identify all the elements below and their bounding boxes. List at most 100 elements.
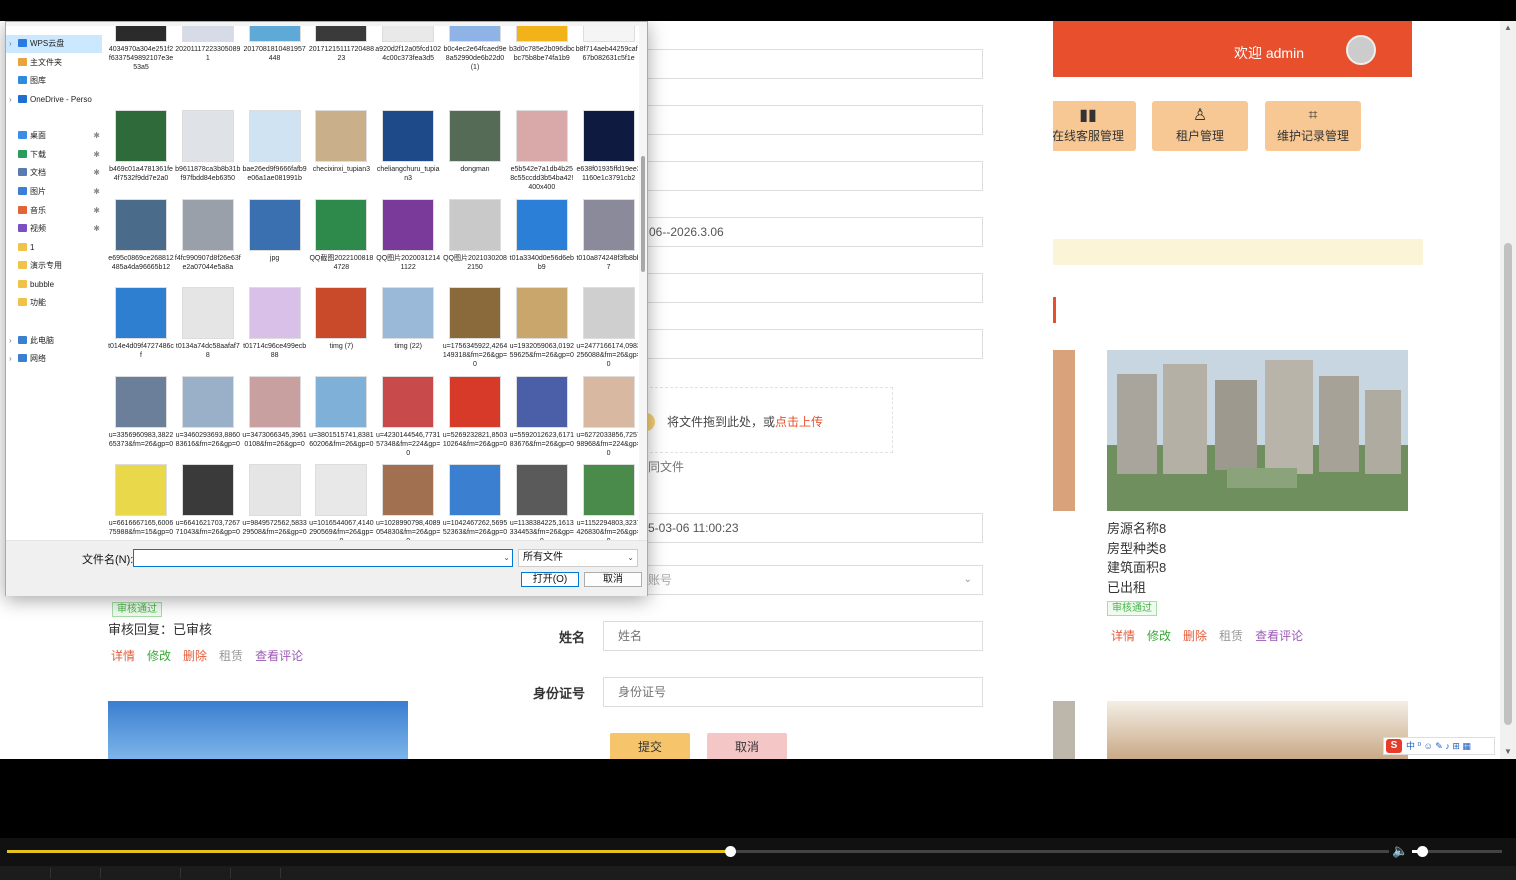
filetype-select[interactable]: 所有文件 ⌄: [518, 549, 638, 567]
file-item[interactable]: 2017081810481957448: [242, 26, 308, 63]
nav-item[interactable]: 1: [6, 239, 102, 257]
file-item[interactable]: t0134a74dc58aafaf78: [175, 287, 241, 360]
file-item[interactable]: u=3473066345,39610108&fm=26&gp=0: [242, 375, 308, 449]
file-item[interactable]: u=1016544067,4140290569&fm=26&gp=0: [308, 464, 374, 540]
page-scrollbar[interactable]: ▲ ▼: [1500, 21, 1516, 759]
avatar[interactable]: [1346, 35, 1376, 65]
open-button[interactable]: 打开(O): [521, 572, 579, 587]
filename-input[interactable]: ⌄: [133, 549, 513, 567]
nav-item[interactable]: bubble: [6, 276, 102, 294]
file-item[interactable]: u=2477166174,0983256088&fm=26&gp=0: [576, 287, 638, 369]
file-item[interactable]: e638f01935ffd19ee31160e1c3791cb2: [576, 110, 638, 183]
file-item[interactable]: u=3460293693,886083616&fm=26&gp=0: [175, 375, 241, 449]
form-field-5[interactable]: [603, 273, 983, 303]
lease-period-field[interactable]: 06--2026.3.06: [603, 217, 983, 247]
expand-arrow-icon[interactable]: ›: [9, 35, 12, 53]
nav-item[interactable]: 视频 ✱: [6, 220, 102, 238]
menu-card[interactable]: ♙ 租户管理: [1152, 101, 1248, 151]
nav-item[interactable]: 音乐 ✱: [6, 202, 102, 220]
cancel-button[interactable]: 取消: [707, 733, 787, 759]
house-image-bottom-left[interactable]: [108, 701, 408, 759]
datetime-field[interactable]: 5-03-06 11:00:23: [603, 513, 983, 543]
file-grid-scrollbar[interactable]: [639, 26, 647, 540]
file-item[interactable]: b8f714aeb44259caf367b082631c5f1e: [576, 26, 638, 63]
file-item[interactable]: b3d0c785e2b096dbcbc75b8be74fa1b9: [509, 26, 575, 63]
form-field-6[interactable]: [603, 329, 983, 359]
scrollbar-thumb[interactable]: [641, 156, 645, 272]
delete-link[interactable]: 删除: [1183, 629, 1207, 643]
chevron-down-icon[interactable]: ⌄: [503, 553, 510, 562]
file-item[interactable]: u=1028990798,4089054830&fm=26&gp=0: [375, 464, 441, 540]
account-select[interactable]: 账号 ⌄: [603, 565, 983, 595]
name-input[interactable]: [603, 621, 983, 651]
comments-link[interactable]: 查看评论: [1255, 629, 1303, 643]
nav-item[interactable]: 演示专用: [6, 257, 102, 275]
progress-track[interactable]: [7, 846, 1389, 857]
file-item[interactable]: u=1756345922,4264149318&fm=26&gp=0: [442, 287, 508, 369]
file-item[interactable]: u=9849572562,583329508&fm=26&gp=0: [242, 464, 308, 537]
file-item[interactable]: dongman: [442, 110, 508, 174]
nav-item[interactable]: 下载 ✱: [6, 146, 102, 164]
nav-item[interactable]: › WPS云盘: [6, 35, 102, 53]
scroll-down-icon[interactable]: ▼: [1504, 747, 1512, 756]
edit-link[interactable]: 修改: [147, 649, 171, 663]
nav-item[interactable]: 图片 ✱: [6, 183, 102, 201]
file-item[interactable]: 4034970a304e251f2f6337549892107e3e53a5: [108, 26, 174, 72]
file-item[interactable]: u=6641621703,726771043&fm=26&gp=0: [175, 464, 241, 537]
file-item[interactable]: u=5269232821,850310264&fm=26&gp=0: [442, 375, 508, 449]
form-field-3[interactable]: [603, 161, 983, 191]
file-item[interactable]: e5b542e7a1db4b258c55ccdd3b54ba42!400x400: [509, 110, 575, 192]
nav-item[interactable]: 图库: [6, 72, 102, 90]
expand-arrow-icon[interactable]: ›: [9, 350, 12, 368]
nav-item[interactable]: 桌面 ✱: [6, 127, 102, 145]
file-item[interactable]: timg (7): [308, 287, 374, 351]
expand-arrow-icon[interactable]: ›: [9, 332, 12, 350]
file-item[interactable]: e695c0869ce268812485a4da96665b12: [108, 198, 174, 272]
file-item[interactable]: u=3801515741,838160206&fm=26&gp=0: [308, 375, 374, 449]
file-item[interactable]: u=3356960983,382265373&fm=26&gp=0: [108, 375, 174, 449]
file-item[interactable]: t010a874248f3fb8bb7: [576, 198, 638, 272]
file-item[interactable]: u=1138384225,1613334453&fm=26&gp=0: [509, 464, 575, 540]
file-item[interactable]: t01714c96ce499ecb88: [242, 287, 308, 360]
file-item[interactable]: a920d2f12a05fcd1024c00c373fea3d5: [375, 26, 441, 63]
file-item[interactable]: checixinxi_tupian3: [308, 110, 374, 174]
volume-knob[interactable]: [1416, 846, 1428, 857]
detail-link[interactable]: 详情: [111, 649, 135, 663]
file-item[interactable]: u=1042467262,569552363&fm=26&gp=0: [442, 464, 508, 537]
detail-link[interactable]: 详情: [1111, 629, 1135, 643]
menu-card[interactable]: ▮▮ 在线客服管理: [1040, 101, 1136, 151]
file-item[interactable]: u=4230144546,773157348&fm=224&gp=0: [375, 375, 441, 458]
nav-item[interactable]: › OneDrive - Perso: [6, 91, 102, 109]
nav-item[interactable]: 主文件夹: [6, 54, 102, 72]
ime-toolbar[interactable]: S中 ⁰ ☺ ✎ ♪ ⊞ ▦: [1383, 737, 1495, 755]
form-field-1[interactable]: [603, 49, 983, 79]
scroll-up-icon[interactable]: ▲: [1504, 23, 1512, 32]
menu-card[interactable]: ⌗ 维护记录管理: [1265, 101, 1361, 151]
file-item[interactable]: t01a3340d0e56d6ebb9: [509, 198, 575, 272]
rent-link[interactable]: 租赁: [1219, 629, 1243, 643]
file-item[interactable]: u=6272033856,725798968&fm=224&gp=0: [576, 375, 638, 458]
file-item[interactable]: timg (22): [375, 287, 441, 351]
delete-link[interactable]: 删除: [183, 649, 207, 663]
file-item[interactable]: u=1932059063,019259625&fm=26&gp=0: [509, 287, 575, 360]
file-item[interactable]: u=5592012623,617183676&fm=26&gp=0: [509, 375, 575, 449]
id-number-input[interactable]: [603, 677, 983, 707]
page-scrollbar-thumb[interactable]: [1504, 243, 1512, 725]
file-item[interactable]: QQ图片20210302082150: [442, 198, 508, 272]
file-item[interactable]: 2017121511172048823: [308, 26, 374, 63]
rent-link[interactable]: 租赁: [219, 649, 243, 663]
upload-link[interactable]: 点击上传: [775, 415, 823, 429]
progress-knob[interactable]: [724, 846, 736, 857]
file-item[interactable]: cheliangchuru_tupian3: [375, 110, 441, 183]
expand-arrow-icon[interactable]: ›: [9, 91, 12, 109]
file-item[interactable]: 20201117223305089​1: [175, 26, 241, 63]
file-item[interactable]: t014e4d09f4727486cf: [108, 287, 174, 360]
file-item[interactable]: bae26ed9f9666fafb9e06a1ae081991b: [242, 110, 308, 183]
file-item[interactable]: jpg: [242, 198, 308, 263]
file-item[interactable]: b9611878ca3b8b31bf97fbdd84eb6350: [175, 110, 241, 183]
nav-item[interactable]: › 此电脑: [6, 332, 102, 350]
file-item[interactable]: b0c4ec2e64fcaed9e8a52990de6b22d0(1): [442, 26, 508, 72]
volume-icon[interactable]: 🔈: [1392, 843, 1408, 859]
house-image-bottom-right[interactable]: [1107, 701, 1408, 759]
form-field-2[interactable]: [603, 105, 983, 135]
